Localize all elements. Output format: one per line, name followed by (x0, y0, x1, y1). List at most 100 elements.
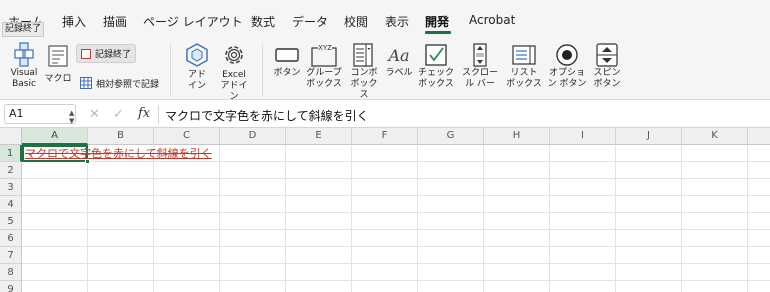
addins-button[interactable]: アド イン (182, 42, 212, 92)
column-header-j[interactable]: J (616, 128, 682, 145)
column-header-k[interactable]: K (682, 128, 748, 145)
column-gridline (351, 145, 352, 292)
checkbox-icon (425, 44, 447, 66)
tab-developer[interactable]: 開発 (425, 13, 449, 30)
label-control[interactable]: Aa ラベル (384, 42, 414, 79)
column-header-h[interactable]: H (484, 128, 550, 145)
row-header-2[interactable]: 2 (0, 162, 22, 179)
visual-basic-label: Visual Basic (10, 68, 38, 89)
radio-button-icon (556, 44, 578, 66)
ribbon-separator (170, 44, 171, 96)
visual-basic-button[interactable]: Visual Basic (4, 42, 44, 90)
column-gridline (483, 145, 484, 292)
row-header-7[interactable]: 7 (0, 247, 22, 264)
cancel-entry-icon[interactable]: ✕ (89, 107, 100, 122)
macro-button[interactable]: マクロ (44, 44, 72, 85)
button-control-label: ボタン (273, 68, 301, 78)
row-gridline (22, 212, 770, 213)
column-header-g[interactable]: G (418, 128, 484, 145)
check-box-label: チェック ボックス (418, 68, 455, 89)
row-gridline (22, 178, 770, 179)
column-gridline (681, 145, 682, 292)
column-header-f[interactable]: F (352, 128, 418, 145)
row-gridline (22, 246, 770, 247)
ribbon-tab-bar: ホーム 挿入 描画 ページ レイアウト 数式 データ 校閲 表示 開発 Acro… (0, 0, 770, 38)
tab-formulas[interactable]: 数式 (251, 13, 275, 30)
spin-button-control[interactable]: スピン ボタン (590, 42, 624, 90)
worksheet-grid[interactable]: A B C D E F G H I J K 1 2 3 4 5 6 7 8 9 … (0, 128, 770, 292)
column-header-e[interactable]: E (286, 128, 352, 145)
stop-recording-label: 記録終了 (95, 50, 132, 60)
row-header-3[interactable]: 3 (0, 179, 22, 196)
scroll-bar-label: スクロール バー (461, 68, 498, 89)
active-tab-indicator (425, 31, 451, 34)
row-header-1[interactable]: 1 (0, 145, 22, 162)
column-header-i[interactable]: I (550, 128, 616, 145)
column-header-overflow (748, 128, 770, 145)
tab-review[interactable]: 校閲 (344, 13, 368, 30)
tab-insert[interactable]: 挿入 (62, 13, 86, 30)
column-gridline (153, 145, 154, 292)
excel-addins-button[interactable]: Excel アドイン (216, 42, 252, 103)
list-box-icon (512, 45, 536, 65)
column-gridline (747, 145, 748, 292)
row-header-4[interactable]: 4 (0, 196, 22, 213)
formula-bar: A1 ▲ ▼ ✕ ✓ fx マクロで文字色を赤にして斜線を引く (0, 101, 770, 128)
relative-reference-label: 相対参照で記録 (96, 79, 160, 90)
check-box-control[interactable]: チェック ボックス (416, 42, 456, 90)
tab-data[interactable]: データ (292, 13, 328, 30)
macro-icon (48, 45, 68, 67)
group-box-icon: XYZ (311, 43, 337, 67)
stop-square-icon (81, 48, 91, 59)
combo-box-label: コンボ ボックス (350, 68, 378, 100)
row-header-5[interactable]: 5 (0, 213, 22, 230)
cell-a1-value[interactable]: マクロで文字色を赤にして斜線を引く (25, 147, 212, 160)
column-header-a[interactable]: A (22, 128, 88, 145)
column-header-b[interactable]: B (88, 128, 154, 145)
spin-button-label: スピン ボタン (593, 68, 621, 89)
formula-input[interactable]: マクロで文字色を赤にして斜線を引く (165, 107, 369, 124)
column-gridline (417, 145, 418, 292)
addins-label: アド イン (187, 70, 206, 91)
list-box-label: リスト ボックス (506, 68, 542, 89)
tab-view[interactable]: 表示 (385, 13, 409, 30)
spin-button-icon (596, 43, 618, 67)
ribbon-separator (262, 44, 263, 96)
list-box-control[interactable]: リスト ボックス (504, 42, 544, 90)
column-header-d[interactable]: D (220, 128, 286, 145)
addins-hexagon-icon (186, 43, 208, 67)
confirm-entry-icon[interactable]: ✓ (113, 107, 124, 122)
visual-basic-icon (14, 42, 34, 67)
select-all-corner[interactable] (0, 128, 22, 145)
gear-icon (225, 46, 243, 64)
column-gridline (615, 145, 616, 292)
tab-acrobat[interactable]: Acrobat (469, 13, 515, 27)
stop-recording-button[interactable]: 記録終了 (76, 44, 137, 63)
group-box-xyz-text: XYZ (318, 44, 332, 52)
option-button-control[interactable]: オプション ボタン (546, 42, 588, 90)
combo-box-icon (353, 43, 373, 67)
column-gridline (549, 145, 550, 292)
excel-addins-label: Excel アドイン (220, 70, 248, 102)
combo-box-control[interactable]: コンボ ボックス (346, 42, 382, 101)
row-gridline (22, 229, 770, 230)
button-control-icon (275, 48, 299, 62)
row-header-8[interactable]: 8 (0, 264, 22, 281)
relative-reference-icon (80, 77, 92, 89)
scroll-bar-control[interactable]: スクロール バー (458, 42, 502, 90)
column-header-c[interactable]: C (154, 128, 220, 145)
tab-draw[interactable]: 描画 (103, 13, 127, 30)
column-gridline (219, 145, 220, 292)
option-button-label: オプション ボタン (547, 68, 587, 89)
relative-reference-button[interactable]: 相対参照で記録 (80, 76, 159, 90)
form-button-control[interactable]: ボタン (272, 42, 302, 79)
tab-page-layout[interactable]: ページ レイアウト (143, 13, 243, 30)
formula-bar-divider (158, 105, 159, 124)
group-box-control[interactable]: XYZ グループ ボックス (304, 42, 344, 90)
row-header-6[interactable]: 6 (0, 230, 22, 247)
name-box-stepper-icon[interactable]: ▲ ▼ (69, 109, 74, 125)
row-header-9[interactable]: 9 (0, 281, 22, 292)
name-box[interactable]: A1 ▲ ▼ (4, 104, 76, 125)
insert-function-icon[interactable]: fx (138, 106, 150, 121)
row-gridline (22, 161, 770, 162)
